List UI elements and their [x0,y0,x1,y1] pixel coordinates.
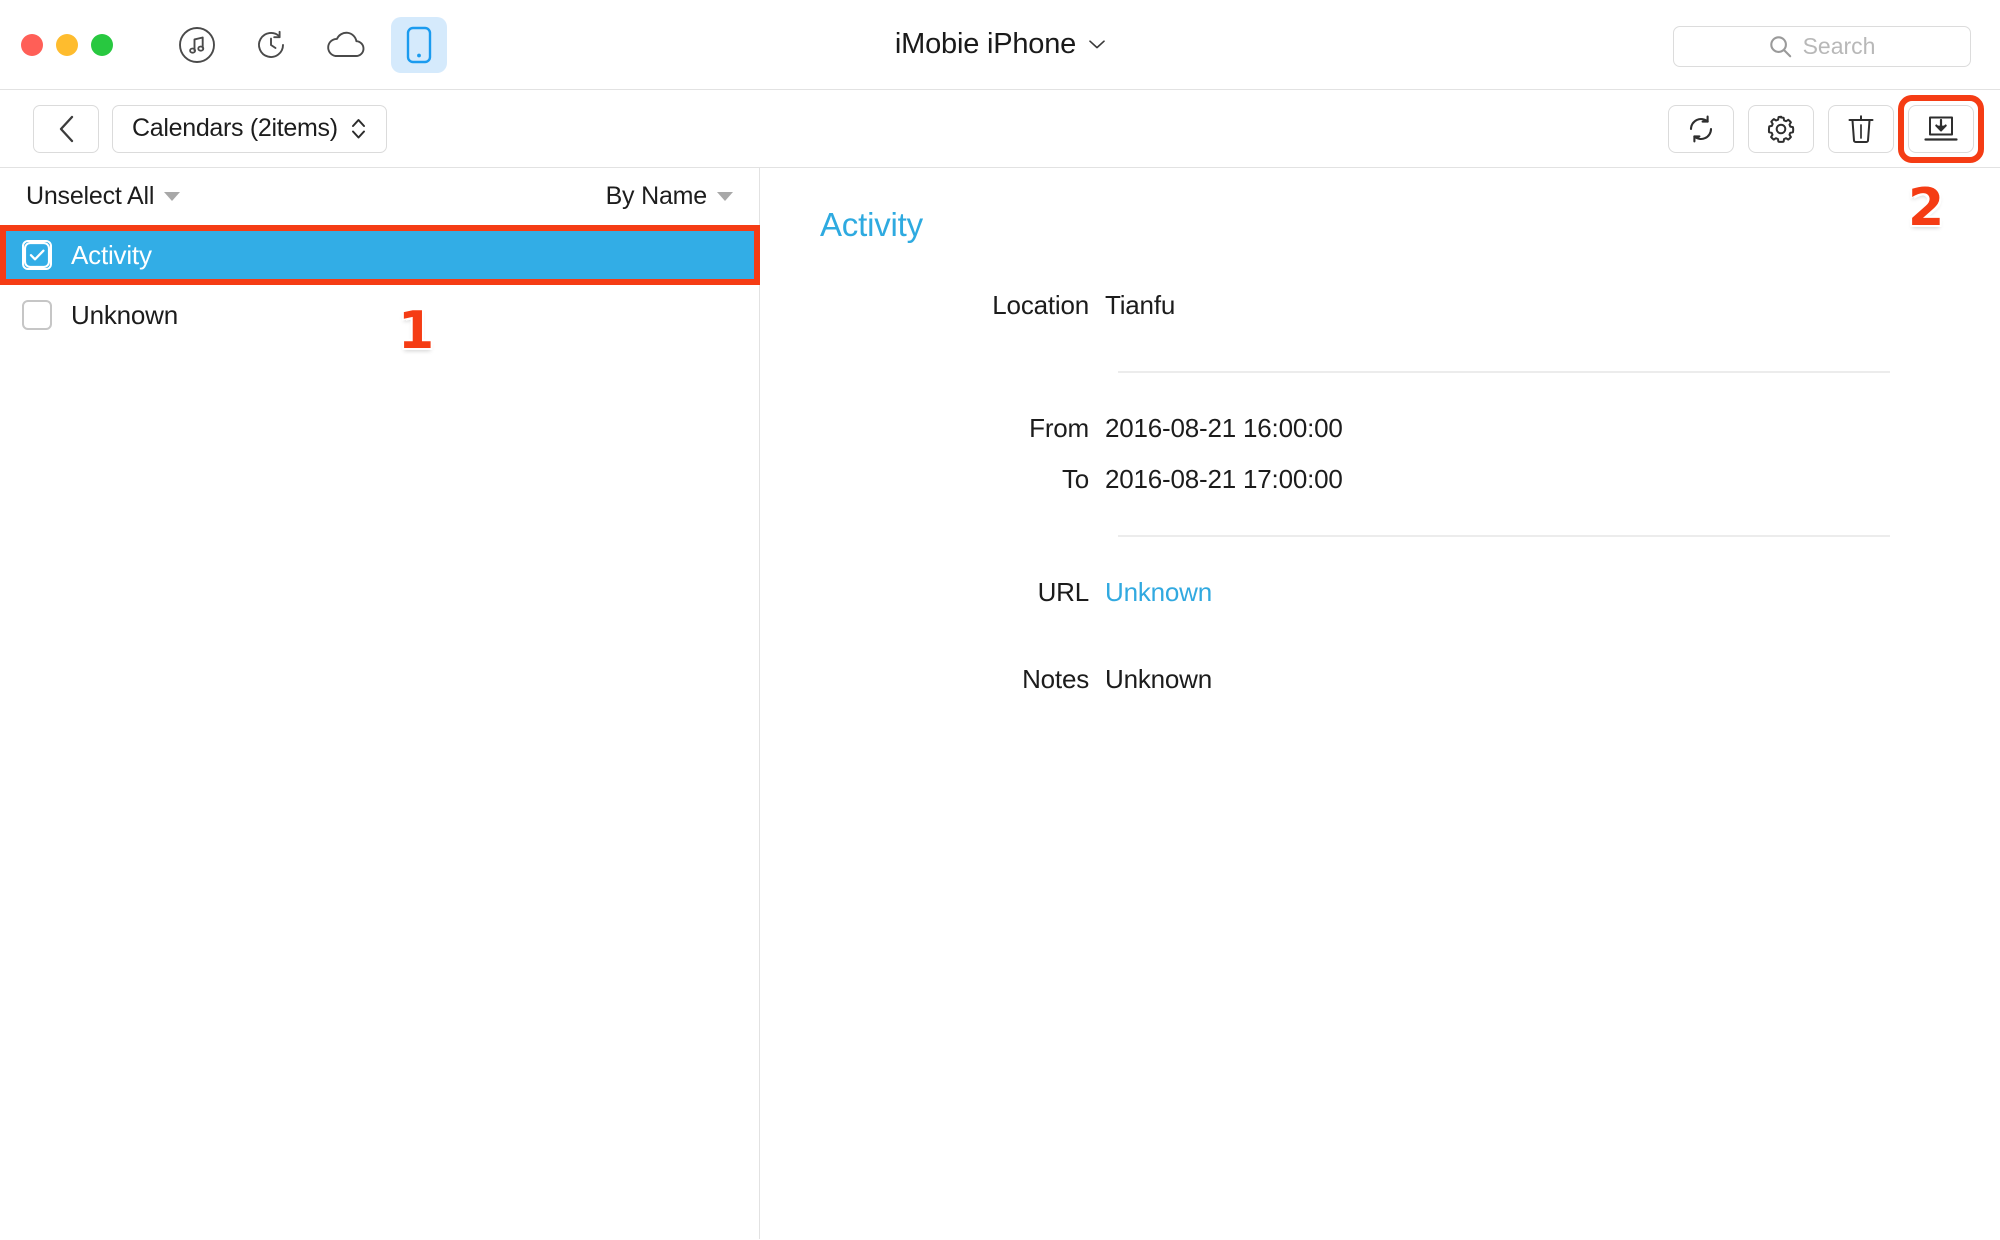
detail-key: To [1061,464,1089,494]
sub-toolbar: Calendars (2items) [0,90,2000,168]
breadcrumb[interactable]: Calendars (2items) [112,104,387,153]
detail-title: Activity [820,206,923,243]
detail-key: URL [1037,577,1090,607]
caret-down-icon [717,192,733,201]
delete-button[interactable] [1828,104,1894,153]
unselect-all-label: Unselect All [26,182,155,210]
minimize-window-button[interactable] [56,33,78,56]
gear-icon [1767,115,1795,143]
refresh-icon [1689,115,1713,142]
detail-value: Tianfu [1105,290,1176,320]
search-icon [1769,36,1791,58]
settings-button[interactable] [1748,104,1814,153]
row-checkbox[interactable] [22,240,52,270]
app-window: iMobie iPhone Search Calendars (2items) [0,0,2000,1240]
trash-icon [1848,114,1874,143]
refresh-button[interactable] [1668,104,1734,153]
maximize-window-button[interactable] [91,33,113,56]
calendar-list: Activity Unknown [0,225,760,345]
detail-key: Notes [1022,664,1089,694]
chevron-left-icon [59,115,73,142]
content-area: Unselect All By Name Activity Unknown Ac… [0,168,2000,1239]
refresh-button-wrap [1668,104,1734,153]
search-input[interactable]: Search [1673,26,1971,67]
search-placeholder: Search [1802,33,1876,59]
detail-key: Location [992,290,1089,320]
detail-value: Unknown [1105,664,1212,694]
detail-row-from: From 2016-08-21 16:00:00 [760,413,2000,444]
detail-value: 2016-08-21 17:00:00 [1105,464,1343,494]
close-window-button[interactable] [21,33,43,56]
detail-row-notes: Notes Unknown [760,664,2000,695]
backup-restore-tab[interactable] [243,17,299,73]
module-tabs [169,16,447,73]
back-button[interactable] [33,104,99,153]
checkbox-checked-icon [24,242,50,268]
music-tab[interactable] [169,17,225,73]
sort-label: By Name [605,182,708,210]
chevron-up-down-icon [351,119,365,139]
toolbar-actions [1668,94,1984,163]
list-header: Unselect All By Name [0,168,759,225]
export-to-mac-icon [1924,116,1958,141]
detail-value-link[interactable]: Unknown [1105,577,1212,608]
list-item[interactable]: Activity [0,225,760,285]
cloud-icon [327,31,365,57]
phone-icon [406,26,432,63]
annotation-step-1: 1 [398,301,435,361]
delete-button-wrap [1828,104,1894,153]
detail-field-list: Location Tianfu From 2016-08-21 16:00:00… [760,290,2000,695]
device-selector[interactable]: iMobie iPhone [895,28,1105,61]
export-button-wrap [1898,94,1984,163]
detail-value: 2016-08-21 16:00:00 [1105,413,1343,443]
list-item[interactable]: Unknown [0,285,759,345]
page-title: iMobie iPhone [894,28,1077,60]
detail-row-location: Location Tianfu [760,290,2000,321]
list-pane: Unselect All By Name Activity Unknown [0,168,760,1239]
music-note-icon [179,26,215,63]
cloud-tab[interactable] [317,17,373,73]
history-clock-icon [258,30,284,58]
detail-key: From [1029,413,1089,443]
export-button[interactable] [1908,104,1974,153]
caret-down-icon [164,192,181,201]
annotation-step-2: 2 [1908,178,1945,238]
detail-pane: Activity Location Tianfu From 2016-08-21… [760,168,2000,1239]
list-item-label: Activity [71,239,152,270]
unselect-all-dropdown[interactable]: Unselect All [26,182,181,211]
chevron-down-icon [1089,40,1105,49]
sort-dropdown[interactable]: By Name [606,182,733,211]
device-tab[interactable] [391,16,447,73]
breadcrumb-label: Calendars (2items) [132,114,338,142]
settings-button-wrap [1748,104,1814,153]
title-bar: iMobie iPhone Search [0,0,2000,90]
list-item-label: Unknown [71,299,178,330]
detail-row-to: To 2016-08-21 17:00:00 [760,464,2000,495]
window-controls [21,33,113,56]
detail-row-url: URL Unknown [760,577,2000,608]
row-checkbox[interactable] [22,300,52,330]
